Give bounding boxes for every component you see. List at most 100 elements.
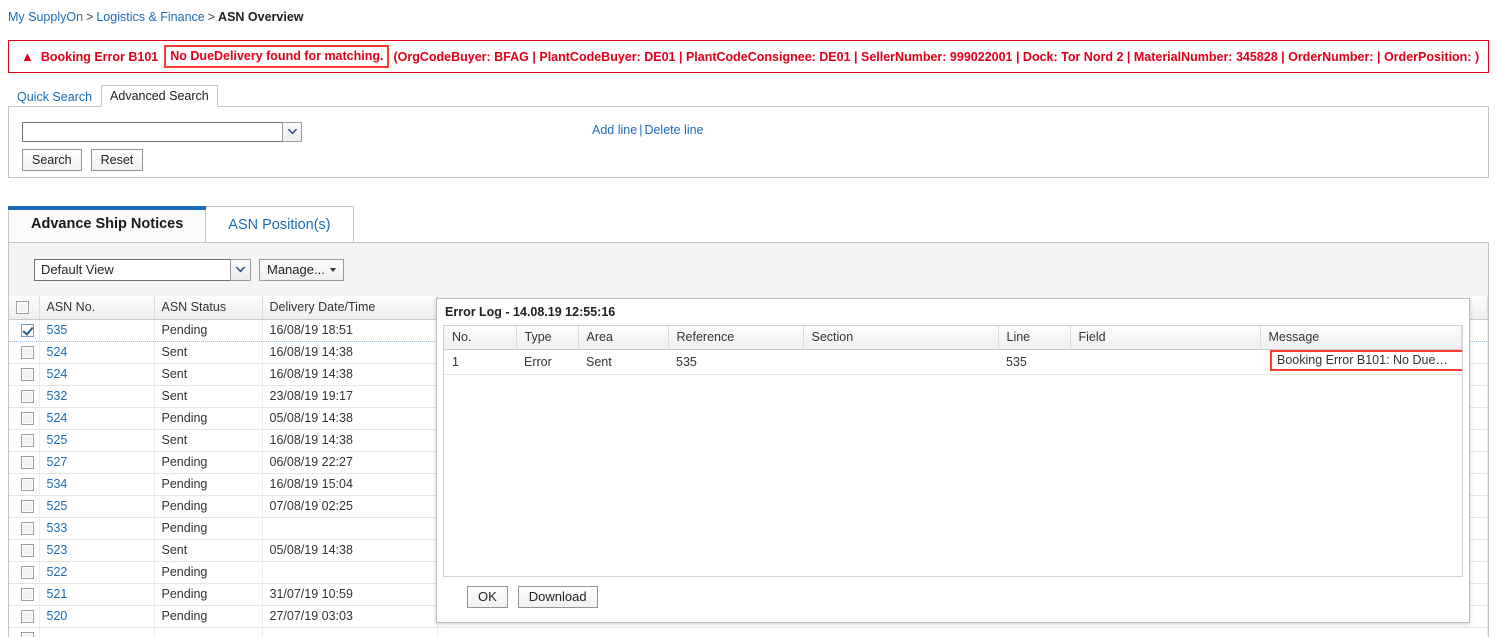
asn-number-link[interactable]: 524: [47, 345, 68, 359]
asn-row-checkbox-cell[interactable]: [9, 318, 40, 342]
asn-row-checkbox-cell[interactable]: [9, 407, 40, 430]
error-banner: ▲ Booking Error B101 No DueDelivery foun…: [8, 40, 1489, 73]
breadcrumb: My SupplyOn > Logistics & Finance > ASN Over…: [8, 10, 304, 24]
asn-row-checkbox[interactable]: [20, 324, 34, 338]
asn-row-checkbox-cell[interactable]: [9, 561, 40, 584]
error-log-header-field[interactable]: Field: [1070, 326, 1261, 350]
asn-no-cell[interactable]: [39, 627, 155, 637]
asn-row-checkbox-cell[interactable]: [9, 429, 40, 452]
asn-grid-header-asn-no[interactable]: ASN No.: [39, 296, 155, 320]
asn-row-checkbox[interactable]: [20, 456, 34, 470]
reset-button[interactable]: Reset: [90, 149, 144, 171]
breadcrumb-link-logistics-finance[interactable]: Logistics & Finance: [96, 10, 204, 24]
asn-row-checkbox-cell[interactable]: [9, 539, 40, 562]
asn-row-checkbox[interactable]: [20, 544, 34, 558]
asn-no-cell[interactable]: 535: [39, 318, 155, 342]
asn-no-cell[interactable]: 524: [39, 363, 155, 386]
error-log-header-message[interactable]: Message: [1260, 326, 1462, 350]
asn-row-checkbox[interactable]: [20, 588, 34, 602]
asn-row-checkbox-cell[interactable]: [9, 627, 40, 637]
asn-row-checkbox[interactable]: [20, 610, 34, 624]
asn-number-link[interactable]: 525: [47, 499, 68, 513]
error-log-type-cell: Error: [516, 349, 578, 375]
asn-row-checkbox-cell[interactable]: [9, 363, 40, 386]
error-log-header-section[interactable]: Section: [803, 326, 999, 350]
table-row[interactable]: 1 Error Sent 535 535 Booking Error B101: No D…: [444, 349, 1462, 375]
asn-number-link[interactable]: 524: [47, 367, 68, 381]
asn-grid-header-asn-status[interactable]: ASN Status: [154, 296, 263, 320]
tab-advanced-search[interactable]: Advanced Search: [101, 85, 218, 107]
asn-number-link[interactable]: 523: [47, 543, 68, 557]
asn-number-link[interactable]: 535: [47, 323, 68, 337]
asn-no-cell[interactable]: 524: [39, 407, 155, 430]
view-selector-dropdown-button[interactable]: [230, 258, 251, 281]
asn-row-checkbox[interactable]: [20, 412, 34, 426]
asn-row-checkbox-cell[interactable]: [9, 385, 40, 408]
asn-no-cell[interactable]: 522: [39, 561, 155, 584]
asn-grid-select-all-header[interactable]: [9, 296, 40, 320]
asn-row-checkbox-cell[interactable]: [9, 473, 40, 496]
add-line-link[interactable]: Add line: [592, 123, 637, 137]
view-selector[interactable]: Default View: [34, 258, 251, 281]
asn-no-cell[interactable]: 533: [39, 517, 155, 540]
asn-grid-header-delivery-date[interactable]: Delivery Date/Time: [262, 296, 438, 320]
download-button[interactable]: Download: [517, 585, 598, 608]
asn-status-cell: Pending: [154, 495, 263, 518]
asn-delivery-date-cell: 16/08/19 14:38: [262, 341, 438, 364]
asn-row-checkbox-cell[interactable]: [9, 451, 40, 474]
asn-number-link[interactable]: 532: [47, 389, 68, 403]
asn-number-link[interactable]: 522: [47, 565, 68, 579]
asn-no-cell[interactable]: 527: [39, 451, 155, 474]
search-button[interactable]: Search: [22, 149, 82, 171]
asn-row-checkbox[interactable]: [20, 368, 34, 382]
asn-number-link[interactable]: 527: [47, 455, 68, 469]
asn-row-checkbox[interactable]: [20, 390, 34, 404]
asn-no-cell[interactable]: 523: [39, 539, 155, 562]
asn-number-link[interactable]: 533: [47, 521, 68, 535]
error-log-header-reference[interactable]: Reference: [668, 326, 804, 350]
asn-row-checkbox-cell[interactable]: [9, 495, 40, 518]
asn-row-checkbox[interactable]: [20, 500, 34, 514]
asn-no-cell[interactable]: 521: [39, 583, 155, 606]
asn-number-link[interactable]: 520: [47, 609, 68, 623]
asn-no-cell[interactable]: 524: [39, 341, 155, 364]
asn-number-link[interactable]: 521: [47, 587, 68, 601]
breadcrumb-link-my-supplyon[interactable]: My SupplyOn: [8, 10, 83, 24]
asn-row-checkbox[interactable]: [20, 632, 34, 637]
tab-quick-search[interactable]: Quick Search: [8, 86, 101, 107]
tab-advance-ship-notices[interactable]: Advance Ship Notices: [8, 206, 207, 242]
asn-row-checkbox-cell[interactable]: [9, 583, 40, 606]
error-log-message-cell[interactable]: Booking Error B101: No Due…: [1260, 349, 1462, 375]
error-log-header-line[interactable]: Line: [998, 326, 1071, 350]
asn-row-checkbox[interactable]: [20, 434, 34, 448]
asn-row-checkbox[interactable]: [20, 522, 34, 536]
select-all-checkbox[interactable]: [16, 301, 29, 315]
asn-number-link[interactable]: 534: [47, 477, 68, 491]
asn-row-checkbox[interactable]: [20, 478, 34, 492]
search-panel-buttons: Search Reset: [22, 149, 144, 171]
error-log-header-type[interactable]: Type: [516, 326, 579, 350]
asn-no-cell[interactable]: 532: [39, 385, 155, 408]
asn-no-cell[interactable]: 534: [39, 473, 155, 496]
asn-no-cell[interactable]: 520: [39, 605, 155, 628]
asn-row-checkbox[interactable]: [20, 346, 34, 360]
tab-asn-positions[interactable]: ASN Position(s): [206, 206, 354, 242]
error-log-header-no[interactable]: No.: [444, 326, 517, 350]
asn-row-checkbox-cell[interactable]: [9, 341, 40, 364]
asn-status-cell: Pending: [154, 473, 263, 496]
search-criteria-dropdown-button[interactable]: [282, 122, 302, 142]
asn-number-link[interactable]: 525: [47, 433, 68, 447]
delete-line-link[interactable]: Delete line: [644, 123, 703, 137]
asn-no-cell[interactable]: 525: [39, 495, 155, 518]
error-log-header-area[interactable]: Area: [578, 326, 669, 350]
manage-views-button[interactable]: Manage...: [259, 258, 344, 281]
line-actions-separator: |: [639, 123, 643, 137]
asn-row-checkbox-cell[interactable]: [9, 517, 40, 540]
search-criteria-input[interactable]: [22, 122, 282, 142]
asn-number-link[interactable]: 524: [47, 411, 68, 425]
asn-row-checkbox-cell[interactable]: [9, 605, 40, 628]
asn-no-cell[interactable]: 525: [39, 429, 155, 452]
asn-row-checkbox[interactable]: [20, 566, 34, 580]
ok-button[interactable]: OK: [467, 585, 508, 608]
table-row[interactable]: [9, 627, 1488, 637]
